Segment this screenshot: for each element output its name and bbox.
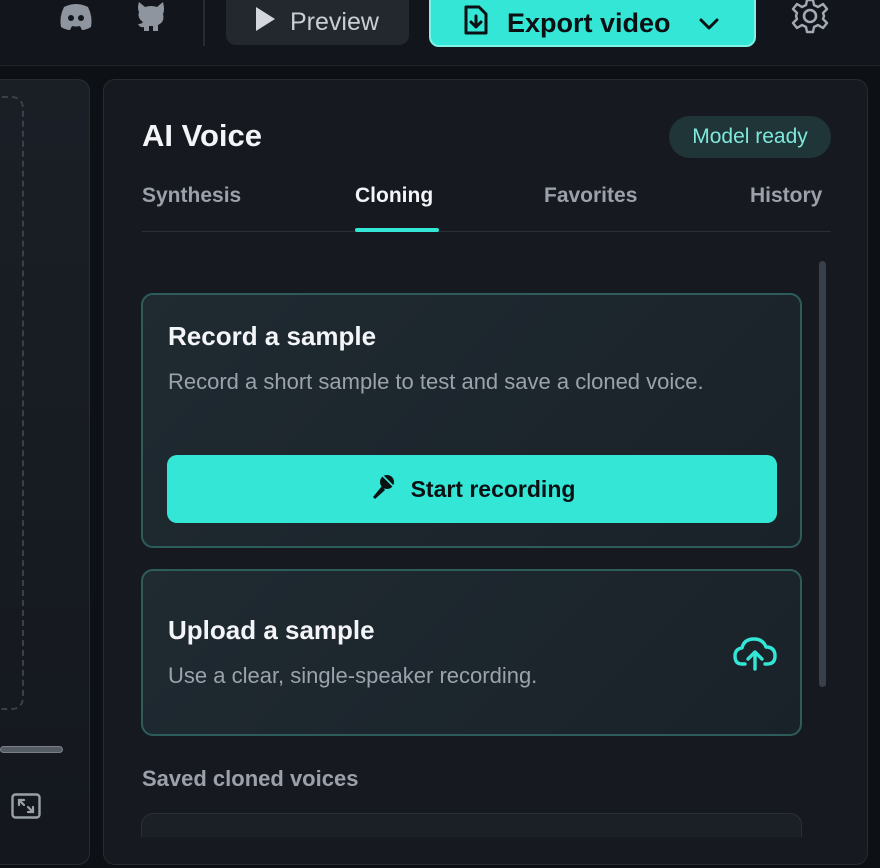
timeline-slider[interactable] [0,746,63,753]
top-bar: Preview Export video [0,0,880,66]
panel-footer [104,837,867,864]
start-recording-label: Start recording [410,475,576,502]
play-icon [254,6,276,39]
file-download-icon [463,5,489,42]
discord-icon[interactable] [58,0,94,32]
saved-voices-heading: Saved cloned voices [142,766,359,791]
start-recording-button[interactable]: Start recording [167,455,777,523]
tab-cloning[interactable]: Cloning [355,184,433,208]
expand-icon[interactable] [10,792,42,820]
preview-button[interactable]: Preview [226,0,409,45]
active-tab-indicator [355,228,439,232]
microphone-icon [369,472,397,506]
export-label: Export video [507,8,671,38]
status-badge: Model ready [669,116,831,158]
upload-card-title: Upload a sample [168,615,375,645]
tab-bar: Synthesis Cloning Favorites History [142,180,831,232]
record-card-description: Record a short sample to test and save a… [168,369,704,394]
record-card-title: Record a sample [168,321,377,351]
cloud-upload-icon[interactable] [731,633,779,673]
panel-title: AI Voice [142,118,263,153]
scrollbar[interactable] [819,261,826,687]
upload-sample-card[interactable]: Upload a sample Use a clear, single-spea… [141,569,802,736]
tab-favorites[interactable]: Favorites [544,184,637,208]
tab-history[interactable]: History [750,184,822,208]
ai-voice-panel: AI Voice Model ready Synthesis Cloning F… [103,79,868,865]
upload-card-description: Use a clear, single-speaker recording. [168,663,538,688]
export-video-button[interactable]: Export video [429,0,756,47]
toolbar-divider [203,0,205,46]
tab-synthesis[interactable]: Synthesis [142,184,241,208]
preview-label: Preview [290,8,379,36]
gear-icon[interactable] [790,0,830,36]
chevron-down-icon[interactable] [699,17,719,31]
github-icon[interactable] [133,0,169,32]
record-sample-card: Record a sample Record a short sample to… [141,293,802,548]
media-drop-zone[interactable] [0,96,24,710]
